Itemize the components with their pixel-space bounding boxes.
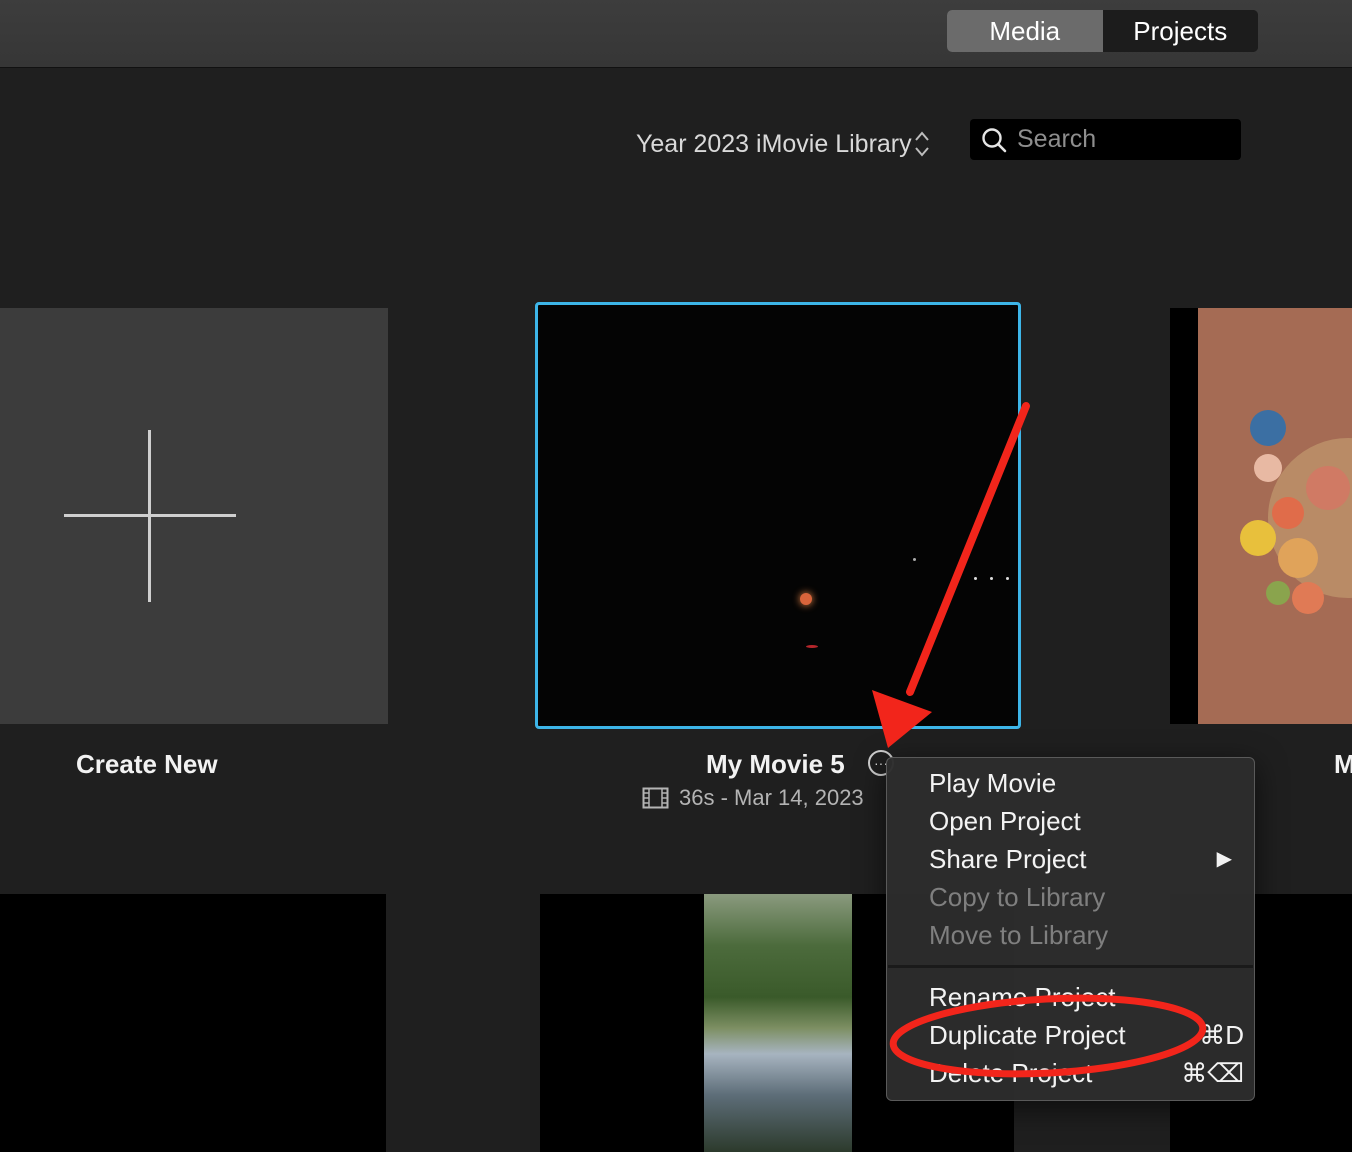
thumbnail-image [1198,308,1352,724]
tab-media[interactable]: Media [947,10,1103,52]
thumbnail-light [974,577,977,580]
project-meta-text: 36s - Mar 14, 2023 [679,785,864,810]
submenu-arrow-icon: ▶ [1216,848,1232,870]
delete-shortcut: ⌘⌫ [1181,1058,1244,1088]
lake-image [704,894,852,1152]
create-new-label: Create New [76,749,218,779]
film-icon [642,787,669,809]
tab-projects[interactable]: Projects [1102,10,1258,52]
context-menu: Play Movie Open Project Share Project ▶ … [886,757,1255,1101]
menu-item-label: Share Project [929,844,1087,874]
menu-item-share-project[interactable]: Share Project [929,840,1229,878]
project-thumbnail-selected[interactable] [535,302,1021,729]
library-selector-label: Year 2023 iMovie Library [636,129,912,158]
search-field[interactable] [970,119,1241,160]
create-new-tile[interactable] [0,308,388,724]
project-title[interactable]: My Movie 5 [706,749,845,780]
library-selector[interactable]: Year 2023 iMovie Library [636,124,930,164]
up-down-chevron-icon [914,131,929,157]
flower-wreath-image [1240,410,1352,614]
duplicate-shortcut: ⌘D [1199,1020,1244,1050]
top-toolbar: Media Projects [0,0,1352,68]
menu-item-rename-project[interactable]: Rename Project [929,978,1115,1016]
project-meta: 36s - Mar 14, 2023 [642,785,864,811]
menu-separator [888,965,1253,968]
search-input[interactable] [1015,124,1229,155]
thumbnail-light [990,577,993,580]
view-segmented-control: Media Projects [947,10,1258,52]
menu-item-delete-project[interactable]: Delete Project [929,1054,1092,1092]
menu-item-move-to-library: Move to Library [929,920,1109,950]
project-thumbnail[interactable] [0,894,386,1152]
thumbnail-light [806,645,818,648]
menu-item-open-project[interactable]: Open Project [929,802,1081,840]
menu-item-play-movie[interactable]: Play Movie [929,764,1056,802]
plus-icon-horizontal [64,514,236,517]
menu-item-duplicate-project[interactable]: Duplicate Project [929,1016,1126,1054]
search-icon [982,127,1007,152]
thumbnail-light [800,593,812,605]
project-thumbnail[interactable] [1170,308,1352,724]
project-title-partial[interactable]: M [1334,749,1352,780]
thumbnail-light [913,558,916,561]
thumbnail-light [1006,577,1009,580]
menu-item-copy-to-library: Copy to Library [929,882,1106,912]
